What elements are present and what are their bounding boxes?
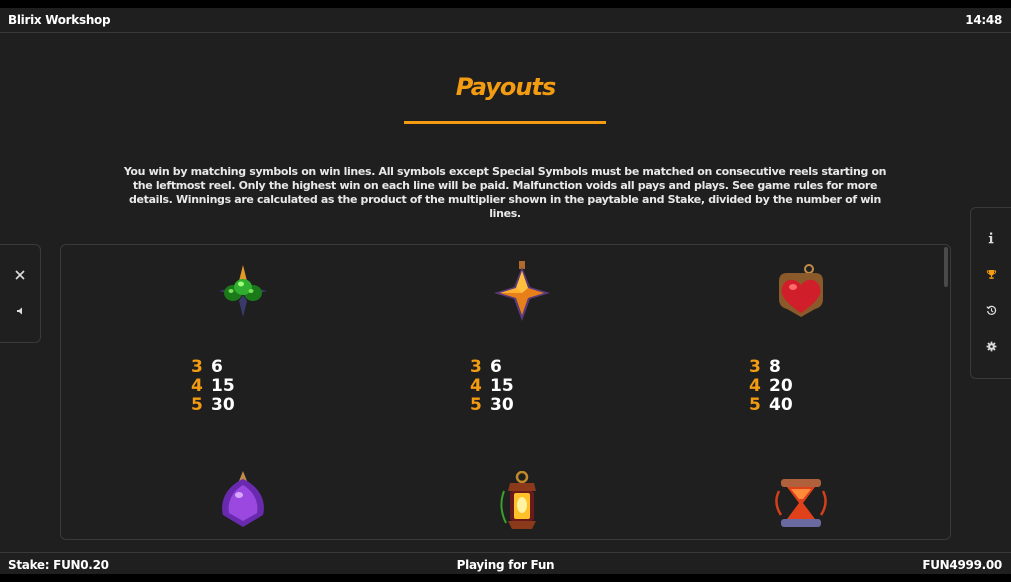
trophy-button[interactable] [983, 266, 999, 282]
paytable-entry: 38 4 20 5 40 [729, 245, 869, 415]
paytable-entry [729, 457, 869, 539]
payout-row: 4 15 [470, 377, 530, 396]
payout-value: 30 [211, 395, 235, 415]
match-count: 3 [749, 357, 761, 377]
payout-value: 8 [769, 357, 781, 377]
paytable[interactable]: 36 4 15 5 30 36 4 15 5 30 3 8 4 20 5 40 [60, 244, 951, 540]
payout-value: 20 [769, 376, 793, 396]
payout-value: 6 [490, 357, 502, 377]
paytable-scrollbar[interactable] [944, 247, 948, 287]
status-bar: Stake: FUN0.20 Playing for Fun FUN4999.0… [0, 552, 1011, 575]
info-icon [988, 232, 994, 244]
match-count: 5 [749, 395, 761, 415]
sound-icon [17, 307, 22, 315]
payout-row: 5 30 [470, 396, 530, 415]
payout-list: 38 4 20 5 40 [749, 358, 809, 415]
balance: FUN4999.00 [922, 558, 1002, 572]
lantern-symbol-icon [500, 471, 536, 529]
payout-value: 40 [769, 395, 793, 415]
payout-list: 36 4 15 5 30 [191, 358, 251, 415]
right-control-panel [970, 207, 1011, 379]
payout-list: 36 4 15 5 30 [470, 358, 530, 415]
match-count: 4 [749, 376, 761, 396]
app-title: Blirix Workshop [8, 13, 111, 27]
payout-value: 30 [490, 395, 514, 415]
game-frame: Blirix Workshop 14:48 Payouts You win by… [0, 8, 1011, 574]
match-count: 3 [191, 357, 203, 377]
payout-row: 36 [191, 358, 251, 377]
payout-row: 36 [470, 358, 530, 377]
history-button[interactable] [983, 302, 999, 318]
payout-row: 4 20 [749, 377, 809, 396]
hourglass-symbol-icon [775, 479, 827, 527]
match-count: 4 [191, 376, 203, 396]
payout-rules-text: You win by matching symbols on win lines… [123, 165, 887, 220]
orange-star-gem-symbol-icon [494, 261, 550, 321]
sound-button[interactable] [12, 303, 28, 319]
title-underline [404, 121, 606, 124]
payout-row: 38 [749, 358, 809, 377]
close-button[interactable] [12, 267, 28, 283]
left-control-panel [0, 244, 41, 343]
history-icon [985, 305, 996, 315]
info-button[interactable] [983, 230, 999, 246]
match-count: 4 [470, 376, 482, 396]
clock: 14:48 [965, 13, 1002, 27]
settings-button[interactable] [983, 338, 999, 354]
paytable-entry [171, 457, 311, 539]
page-title: Payouts [455, 73, 557, 101]
match-count: 3 [470, 357, 482, 377]
settings-icon [986, 341, 996, 351]
payout-value: 15 [490, 376, 514, 396]
match-count: 5 [470, 395, 482, 415]
paytable-entry: 36 4 15 5 30 [450, 245, 590, 415]
match-count: 5 [191, 395, 203, 415]
payout-row: 4 15 [191, 377, 251, 396]
green-gem-symbol-icon [219, 265, 267, 317]
purple-crystal-symbol-icon [222, 471, 264, 527]
red-heart-potion-symbol-icon [779, 264, 823, 317]
payout-value: 15 [211, 376, 235, 396]
trophy-icon [986, 269, 996, 279]
top-bar: Blirix Workshop 14:48 [0, 8, 1011, 33]
payout-row: 5 30 [191, 396, 251, 415]
payout-value: 6 [211, 357, 223, 377]
payout-row: 5 40 [749, 396, 809, 415]
paytable-entry [450, 457, 590, 539]
paytable-entry: 36 4 15 5 30 [171, 245, 311, 415]
play-mode: Playing for Fun [456, 558, 555, 572]
close-icon [15, 270, 25, 280]
